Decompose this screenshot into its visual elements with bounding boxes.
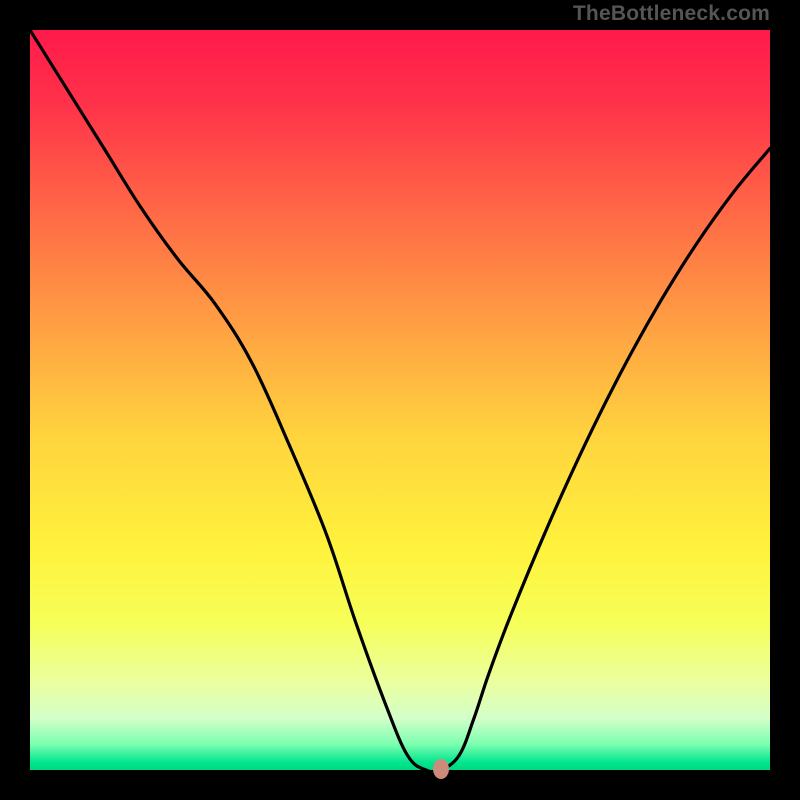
watermark-text: TheBottleneck.com bbox=[573, 2, 770, 26]
plot-area bbox=[30, 30, 770, 770]
chart-container: TheBottleneck.com bbox=[0, 0, 800, 800]
curve-layer bbox=[30, 30, 770, 770]
optimal-point-marker bbox=[433, 759, 449, 779]
bottleneck-curve bbox=[30, 30, 770, 770]
